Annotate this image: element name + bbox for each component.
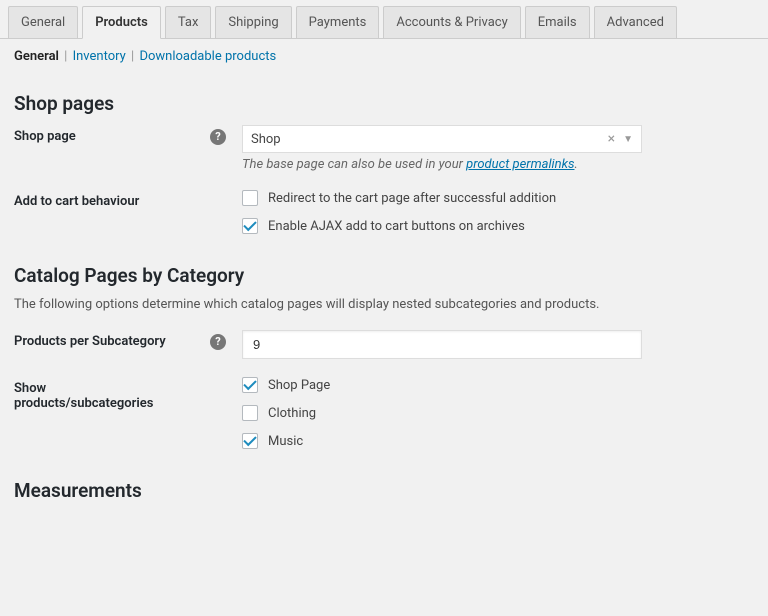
tab-emails[interactable]: Emails [525,6,590,38]
measurements-heading: Measurements [14,479,754,502]
subtab-downloadable[interactable]: Downloadable products [139,49,276,64]
show-products-label: Show products/subcategories [14,381,184,411]
add-to-cart-label: Add to cart behaviour [14,194,242,209]
music-checkbox[interactable] [242,433,258,449]
settings-content: Shop pages Shop page ? Shop × ▼ The base… [0,92,768,532]
help-icon[interactable]: ? [210,334,226,350]
clothing-checkbox[interactable] [242,405,258,421]
subtab-general[interactable]: General [14,49,59,64]
tab-accounts-privacy[interactable]: Accounts & Privacy [383,6,520,38]
chevron-down-icon: ▼ [623,134,633,145]
tab-shipping[interactable]: Shipping [215,6,291,38]
music-option-label: Music [268,434,303,449]
products-subtabs: General | Inventory | Downloadable produ… [0,39,768,74]
ajax-cart-label: Enable AJAX add to cart buttons on archi… [268,219,525,234]
shop-page-select[interactable]: Shop × ▼ [242,125,642,153]
shop-page-option-label: Shop Page [268,378,330,393]
shop-page-label: Shop page [14,129,210,144]
catalog-desc: The following options determine which ca… [14,297,754,312]
redirect-cart-label: Redirect to the cart page after successf… [268,191,556,206]
subtab-separator: | [131,49,137,64]
show-products-row: Show products/subcategories Shop Page Cl… [14,377,754,461]
tab-advanced[interactable]: Advanced [594,6,677,38]
shop-page-checkbox[interactable] [242,377,258,393]
tab-general[interactable]: General [8,6,78,38]
shop-page-value: Shop [251,132,608,147]
redirect-cart-checkbox[interactable] [242,190,258,206]
shop-pages-heading: Shop pages [14,92,754,115]
clear-icon[interactable]: × [608,131,615,147]
help-icon[interactable]: ? [210,129,226,145]
products-per-sub-label: Products per Subcategory [14,334,210,349]
products-per-sub-row: Products per Subcategory ? [14,330,754,359]
catalog-heading: Catalog Pages by Category [14,264,754,287]
settings-tabs: General Products Tax Shipping Payments A… [0,0,768,39]
subtab-inventory[interactable]: Inventory [73,49,126,64]
subtab-separator: | [64,49,70,64]
clothing-option-label: Clothing [268,406,316,421]
shop-page-hint: The base page can also be used in your p… [242,157,754,172]
product-permalinks-link[interactable]: product permalinks [466,157,574,172]
tab-products[interactable]: Products [82,6,161,39]
products-per-sub-input[interactable] [242,330,642,359]
add-to-cart-row: Add to cart behaviour Redirect to the ca… [14,190,754,246]
tab-tax[interactable]: Tax [165,6,212,38]
shop-page-row: Shop page ? Shop × ▼ The base page can a… [14,125,754,172]
ajax-cart-checkbox[interactable] [242,218,258,234]
tab-payments[interactable]: Payments [296,6,380,38]
